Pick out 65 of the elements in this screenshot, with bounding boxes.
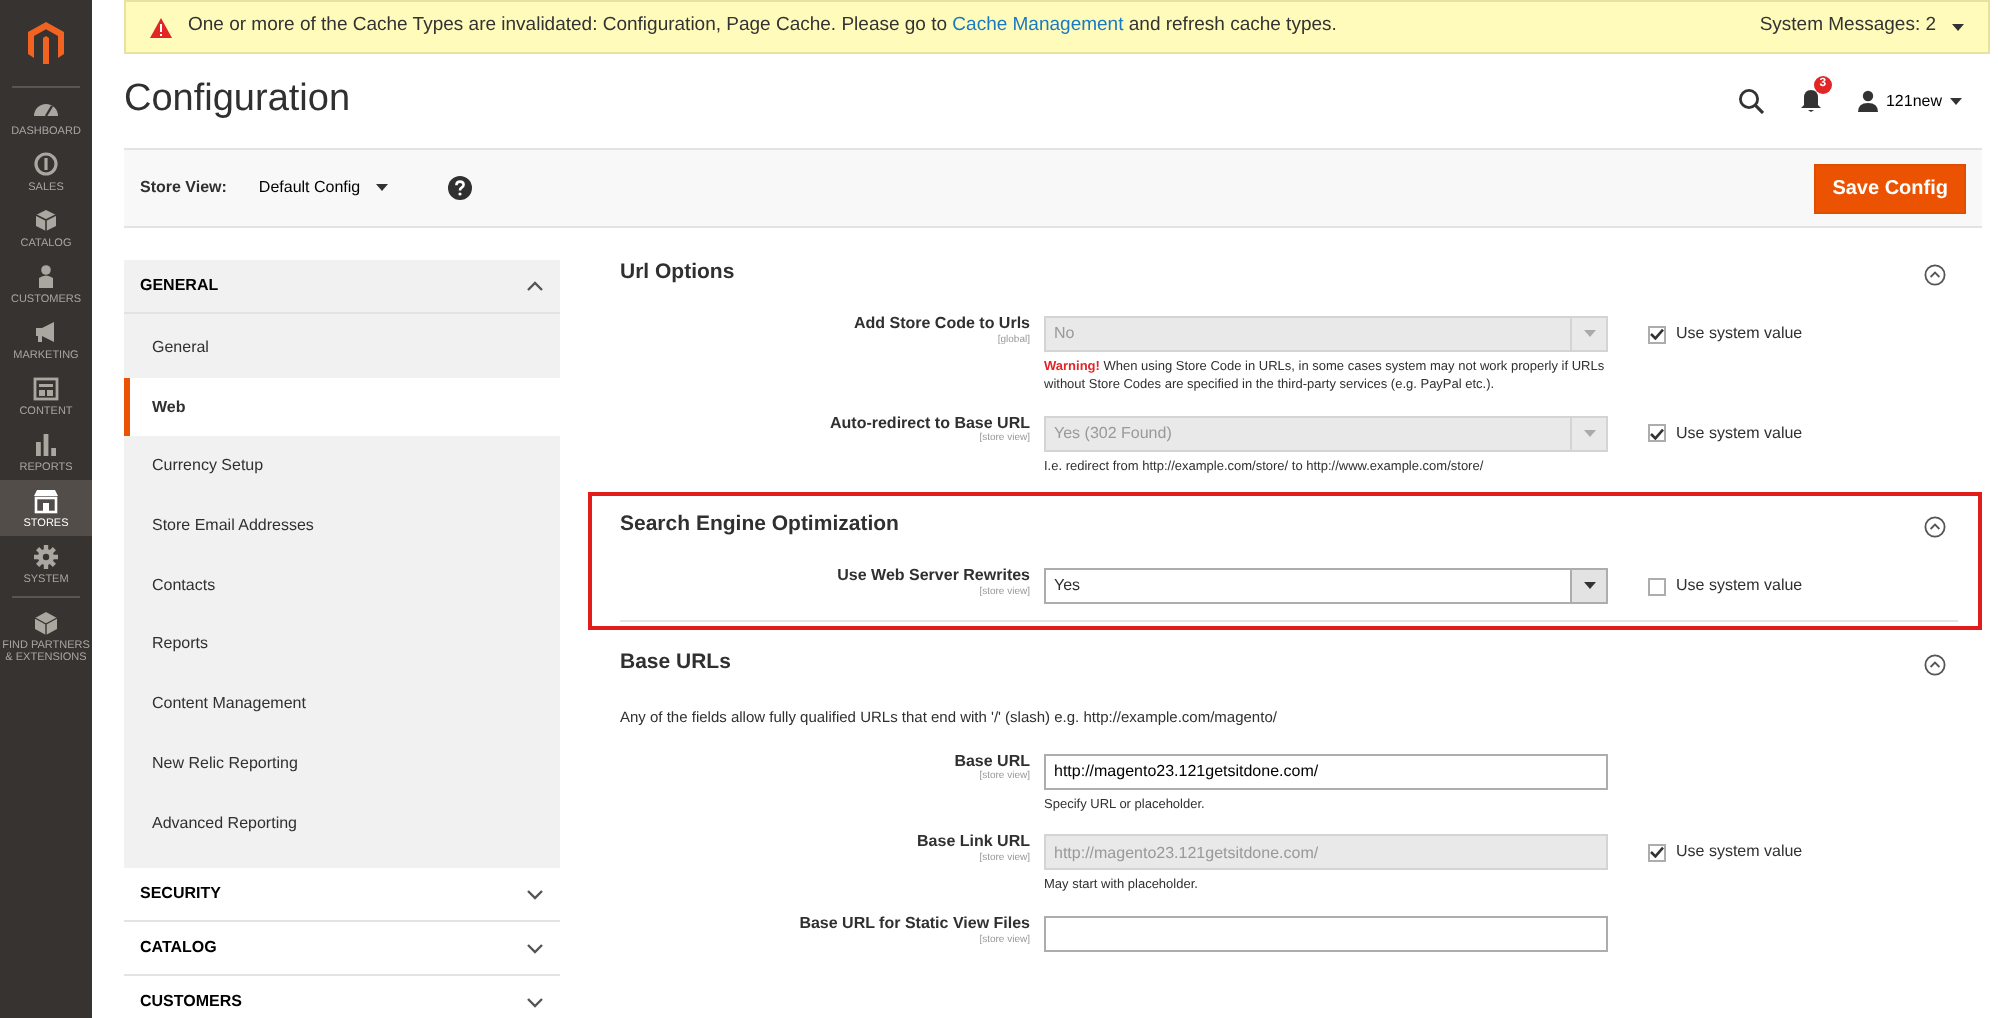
config-nav-item[interactable]: Currency Setup (124, 436, 560, 497)
checkbox-label: Use system value (1676, 421, 1803, 446)
caret-icon (376, 184, 389, 192)
chevron-down-icon (526, 888, 544, 901)
config-nav-item[interactable]: Advanced Reporting (124, 793, 560, 853)
section-header[interactable]: Url Options (592, 244, 1958, 304)
cube-icon (32, 610, 60, 637)
message-text: One or more of the Cache Types are invalidated: Configuration, Page Cache. Please go to Cache Management and refresh cache types. (188, 12, 1337, 41)
input-field[interactable]: http://magento23.121getsitdone.com/ (1044, 753, 1608, 790)
field-label: Base Link URL (915, 834, 1030, 852)
bar-chart-icon (32, 432, 60, 459)
field-label: Auto-redirect to Base URL (827, 415, 1030, 432)
config-nav-item[interactable]: New Relic Reporting (124, 733, 560, 793)
config-nav-item[interactable]: Web (124, 377, 560, 437)
config-nav-item[interactable]: Reports (124, 614, 560, 675)
caret-icon (1583, 429, 1595, 438)
field-label: Add Store Code to Urls (851, 316, 1030, 334)
chevron-up-icon (526, 280, 544, 292)
field-label: Base URL (952, 753, 1030, 770)
gear-icon (32, 544, 60, 571)
section-header[interactable]: Search Engine Optimization (592, 496, 1958, 557)
checkbox[interactable] (1648, 577, 1666, 596)
save-config-button[interactable]: Save Config (1814, 163, 1966, 213)
checkmark-icon (1650, 427, 1664, 440)
checkmark-icon (1650, 328, 1664, 340)
store-view-dropdown[interactable]: Default Config (258, 176, 389, 200)
input-field[interactable] (1044, 916, 1608, 953)
logo-icon[interactable] (28, 22, 64, 64)
collapse-icon (1924, 263, 1946, 285)
select-field[interactable]: Yes (1044, 568, 1608, 605)
store-view-label: Store View: (140, 176, 227, 200)
config-nav-item[interactable]: General (124, 318, 560, 378)
cache-management-link[interactable]: Cache Management (952, 14, 1124, 37)
checkbox-label: Use system value (1676, 322, 1803, 346)
box-icon (32, 208, 60, 235)
chevron-down-icon (526, 996, 544, 1009)
warning-icon (150, 17, 172, 37)
collapse-icon (1924, 653, 1946, 676)
chevron-down-icon (526, 942, 544, 955)
bell-icon[interactable] (1799, 88, 1822, 113)
coin-icon (32, 152, 60, 179)
caret-icon (1583, 330, 1595, 338)
config-nav-item[interactable]: Content Management (124, 674, 560, 734)
field-label: Base URL for Static View Files (797, 916, 1030, 934)
config-nav-item[interactable]: Store Email Addresses (124, 496, 560, 556)
user-menu[interactable]: 121new (1857, 89, 1962, 113)
caret-icon (1952, 23, 1964, 31)
page-title: Configuration (124, 78, 351, 124)
section-header[interactable]: Base URLs (592, 634, 1958, 695)
checkmark-icon (1650, 846, 1664, 859)
caret-icon (1950, 97, 1962, 105)
system-messages-toggle[interactable]: System Messages: 2 (1759, 12, 1964, 42)
checkbox-label: Use system value (1676, 840, 1803, 865)
config-group-header[interactable]: GENERAL (124, 260, 560, 314)
help-icon[interactable] (448, 176, 473, 200)
user-icon (1857, 90, 1878, 112)
megaphone-icon (32, 320, 60, 347)
collapse-icon (1924, 515, 1946, 538)
layout-icon (32, 376, 60, 403)
caret-icon (1583, 582, 1595, 591)
storefront-icon (32, 488, 60, 515)
checkbox-label: Use system value (1676, 574, 1803, 599)
search-icon[interactable] (1737, 88, 1764, 114)
config-nav-item[interactable]: Contacts (124, 555, 560, 615)
field-label: Use Web Server Rewrites (835, 568, 1030, 586)
